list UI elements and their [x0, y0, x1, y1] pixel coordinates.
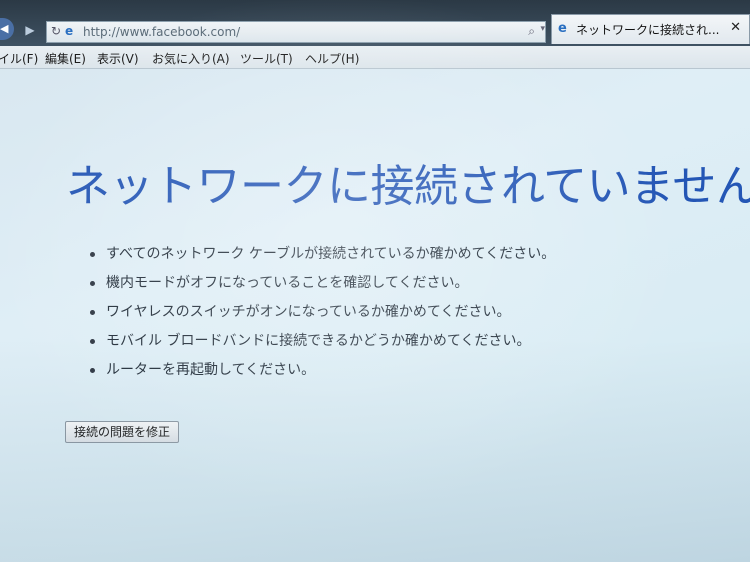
list-item: 機内モードがオフになっていることを確認してください。: [88, 269, 555, 298]
menu-edit[interactable]: 編集(E): [45, 50, 86, 67]
forward-arrow-icon: ▶: [25, 23, 35, 37]
ie-icon: e: [65, 24, 74, 38]
menu-tools[interactable]: ツール(T): [240, 50, 293, 67]
chevron-down-icon[interactable]: ▾: [540, 24, 545, 34]
tab-title: ネットワークに接続され...: [576, 23, 720, 37]
troubleshoot-list: すべてのネットワーク ケーブルが接続されているか確かめてください。 機内モードが…: [88, 240, 555, 385]
list-item: ルーターを再起動してください。: [88, 356, 555, 385]
page-title: ネットワークに接続されていません: [66, 161, 750, 212]
menu-file[interactable]: イル(F): [0, 50, 38, 67]
tab-network-error[interactable]: e ネットワークに接続され... ✕: [551, 14, 750, 44]
ie-icon: e: [558, 21, 567, 36]
close-icon[interactable]: ✕: [730, 20, 741, 35]
browser-chrome: ◀ ▶ ↻ e http://www.facebook.com/ ⌕ ▾ e ネ…: [0, 0, 750, 46]
refresh-icon[interactable]: ↻: [51, 24, 61, 38]
menu-bar: イル(F) 編集(E) 表示(V) お気に入り(A) ツール(T) ヘルプ(H): [0, 46, 750, 69]
list-item: すべてのネットワーク ケーブルが接続されているか確かめてください。: [88, 240, 555, 269]
address-url[interactable]: http://www.facebook.com/: [83, 25, 240, 39]
back-button[interactable]: ◀: [0, 18, 14, 40]
menu-help[interactable]: ヘルプ(H): [305, 50, 359, 67]
forward-button[interactable]: ▶: [22, 22, 38, 38]
fix-connection-button[interactable]: 接続の問題を修正: [65, 421, 180, 443]
back-arrow-icon: ◀: [0, 22, 9, 35]
menu-view[interactable]: 表示(V): [97, 50, 139, 67]
search-icon[interactable]: ⌕: [528, 24, 535, 39]
address-bar[interactable]: ↻ e http://www.facebook.com/ ⌕ ▾: [46, 21, 546, 43]
list-item: モバイル ブロードバンドに接続できるかどうか確かめてください。: [88, 327, 555, 356]
menu-favorites[interactable]: お気に入り(A): [152, 50, 230, 67]
list-item: ワイヤレスのスイッチがオンになっているか確かめてください。: [88, 298, 555, 327]
